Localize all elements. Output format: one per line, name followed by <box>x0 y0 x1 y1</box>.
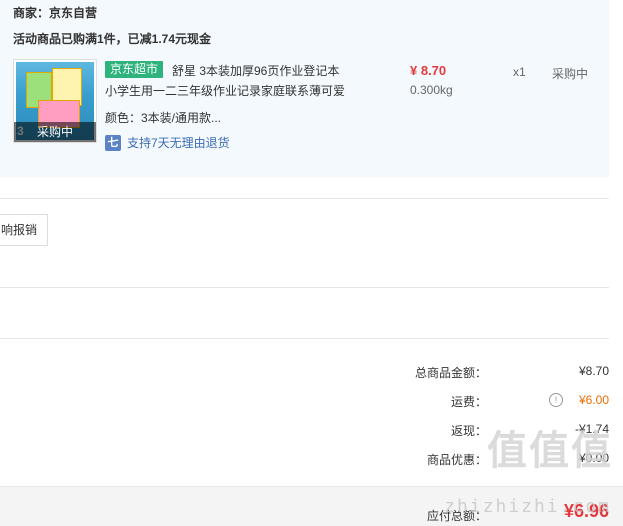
product-spec: 颜色：3本装/通用款... <box>105 111 222 125</box>
return-policy[interactable]: 七 支持7天无理由退货 <box>105 134 230 151</box>
summary-value: ¥8.70 <box>578 364 609 378</box>
promo-text: 活动商品已购满1件，已减1.74元现金 <box>13 32 212 46</box>
jd-supermarket-badge: 京东超市 <box>105 61 164 78</box>
thumb-status-overlay: 采购中 <box>14 122 96 142</box>
invoice-button[interactable]: 响报销 <box>0 214 49 246</box>
item-price: ¥ 8.70 <box>410 63 447 78</box>
summary-label: 总商品金额： <box>414 366 487 380</box>
divider <box>0 287 609 288</box>
summary-value: ¥6.00 <box>578 393 609 407</box>
merchant-label: 商家：京东自营 <box>13 6 98 20</box>
summary-label: 返现： <box>450 424 487 438</box>
watermark-logo: 值值值 <box>487 428 613 474</box>
summary-row-total-goods: 总商品金额： ¥8.70 <box>0 364 623 384</box>
product-title-line1[interactable]: 舒星 3本装加厚96页作业登记本 <box>172 62 339 79</box>
product-thumbnail[interactable]: 3 采购中 <box>13 59 97 143</box>
order-panel: 商家：京东自营 活动商品已购满1件，已减1.74元现金 3 采购中 京东超市 舒… <box>0 0 609 177</box>
item-status: 采购中 <box>552 67 589 81</box>
return-policy-icon: 七 <box>105 134 121 151</box>
info-icon[interactable]: ! <box>549 393 563 407</box>
item-weight: 0.300kg <box>410 83 453 97</box>
summary-label: 运费： <box>450 395 487 409</box>
divider <box>0 198 609 199</box>
item-quantity: x1 <box>513 65 526 79</box>
watermark-url: zhizhizhi.com <box>444 496 611 517</box>
return-policy-text: 支持7天无理由退货 <box>127 136 230 150</box>
divider <box>0 338 609 339</box>
product-title-line2[interactable]: 小学生用一二三年级作业记录家庭联系薄可爱 <box>105 82 345 99</box>
summary-label: 商品优惠： <box>426 453 487 467</box>
summary-row-freight: 运费： ! ¥6.00 <box>0 393 623 413</box>
